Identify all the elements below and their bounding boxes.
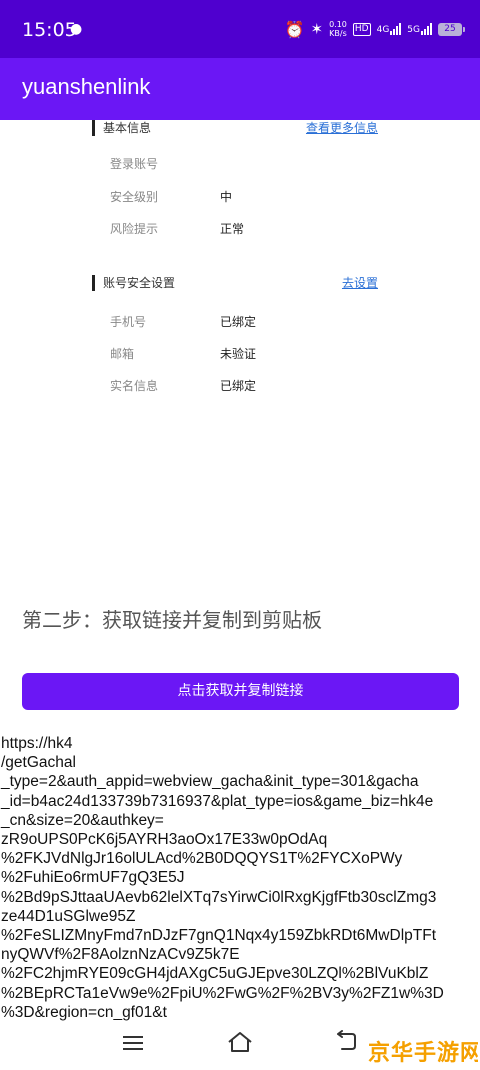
info-row-value: 已绑定 — [220, 315, 257, 329]
bluetooth-icon: ✶ — [310, 20, 324, 38]
network-speed-unit: KB/s — [329, 29, 347, 38]
go-settings-link[interactable]: 去设置 — [342, 274, 378, 291]
app-title: yuanshenlink — [22, 74, 151, 99]
status-bar: 15:05 ● ⏰ ✶ 0.10 KB/s HD 4G 5G 25 — [0, 0, 480, 58]
section-marker — [92, 275, 95, 291]
info-row-label: 登录账号 — [110, 157, 159, 171]
hd-icon: HD — [352, 22, 371, 36]
account-security-title: 账号安全设置 — [103, 276, 176, 290]
step2-title: 第二步：获取链接并复制到剪贴板 — [22, 608, 322, 632]
menu-icon[interactable] — [123, 1036, 143, 1050]
network-speed: 0.10 KB/s — [329, 20, 347, 38]
status-icons: ⏰ ✶ 0.10 KB/s HD 4G 5G 25 — [284, 18, 465, 40]
info-row-label: 安全级别 — [110, 190, 159, 204]
back-icon[interactable] — [334, 1030, 358, 1052]
app-notification-icon: ● — [70, 21, 83, 37]
basic-info-header: 基本信息 查看更多信息 — [92, 119, 382, 137]
signal-4g-label: 4G — [376, 25, 390, 35]
home-icon[interactable] — [226, 1030, 254, 1054]
app-bar: yuanshenlink — [0, 58, 480, 120]
info-row-label: 邮箱 — [110, 347, 135, 361]
watermark-logo: 京华手游网 — [368, 1040, 478, 1066]
account-security-header: 账号安全设置 去设置 — [92, 274, 382, 292]
info-row-label: 手机号 — [110, 315, 147, 329]
status-time: 15:05 — [22, 19, 77, 41]
signal-bars-icon — [421, 23, 432, 35]
info-row-label: 风险提示 — [110, 222, 159, 236]
alarm-icon: ⏰ — [284, 19, 305, 39]
get-and-copy-link-button[interactable]: 点击获取并复制链接 — [22, 673, 459, 710]
watermark-text: 京华手游网 — [368, 1040, 478, 1066]
info-row-value: 中 — [220, 190, 233, 204]
info-row-label: 实名信息 — [110, 379, 159, 393]
signal-bars-icon — [390, 23, 402, 35]
signal-4g: 4G — [377, 23, 402, 35]
info-row-value: 已绑定 — [220, 379, 257, 393]
result-link-text: https://hk4 /getGachal _type=2&auth_appi… — [1, 735, 444, 1021]
basic-info-title: 基本信息 — [103, 121, 152, 135]
view-more-info-link[interactable]: 查看更多信息 — [306, 119, 378, 136]
info-row-value: 未验证 — [220, 347, 257, 361]
network-speed-value: 0.10 — [329, 20, 347, 29]
signal-5g-label: 5G — [407, 25, 420, 35]
section-marker — [92, 120, 95, 136]
info-row-value: 正常 — [220, 222, 245, 236]
battery-icon: 25 — [438, 22, 465, 36]
signal-5g: 5G — [407, 23, 432, 35]
